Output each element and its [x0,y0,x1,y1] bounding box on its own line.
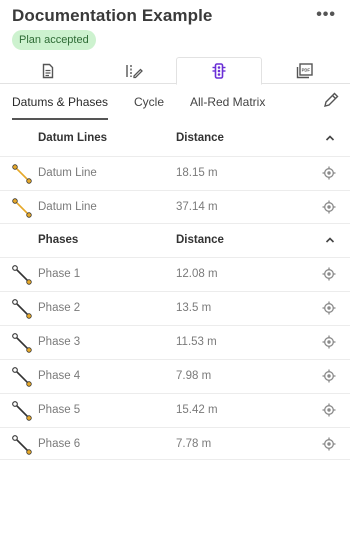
phase-row-name: Phase 5 [38,404,81,416]
datum-lines-column-name: Datum Lines [38,132,108,144]
tab-document[interactable] [5,57,91,84]
sub-navigation: Datums & Phases Cycle All-Red Matrix [0,84,350,122]
list-bottom-divider [0,459,350,460]
crosshair-icon [322,267,336,281]
locate-button[interactable] [322,437,336,456]
panel-header: Documentation Example ••• Plan accepted [0,0,350,54]
phase-row-name: Phase 3 [38,336,81,348]
locate-button[interactable] [322,200,336,219]
phase-line-icon [12,401,32,421]
datum-row-distance: 18.15 m [176,167,218,179]
phase-line-icon [12,333,32,353]
datum-row[interactable]: Datum Line 37.14 m [0,190,350,224]
phase-row-name: Phase 6 [38,438,81,450]
datum-row-name: Datum Line [38,201,97,213]
phase-line-icon [12,367,32,387]
traffic-light-icon [212,63,226,79]
chevron-up-icon [325,135,335,141]
phase-row-distance: 7.98 m [176,370,212,382]
edit-button[interactable] [322,91,340,114]
phase-row-name: Phase 2 [38,302,81,314]
tab-bar: PDF [0,57,350,85]
collapse-datum-lines-button[interactable] [324,131,336,149]
phase-row-distance: 13.5 m [176,302,212,314]
more-options-button[interactable]: ••• [316,6,336,24]
crosshair-icon [322,437,336,451]
phase-row-distance: 15.42 m [176,404,218,416]
crosshair-icon [322,200,336,214]
datum-lines-column-distance: Distance [176,132,224,144]
subtab-cycle[interactable]: Cycle [134,95,164,109]
phases-column-name: Phases [38,234,79,246]
pdf-icon: PDF [296,62,313,78]
locate-button[interactable] [322,267,336,286]
phase-row[interactable]: Phase 6 7.78 m [0,427,350,461]
phase-line-icon [12,265,32,285]
datum-line-icon [12,198,32,218]
datum-row-name: Datum Line [38,167,97,179]
locate-button[interactable] [322,335,336,354]
datum-line-icon [12,164,32,184]
phase-row[interactable]: Phase 1 12.08 m [0,257,350,291]
phase-line-icon [12,435,32,455]
crosshair-icon [322,166,336,180]
phase-line-icon [12,299,32,319]
crosshair-icon [322,335,336,349]
phases-column-distance: Distance [176,234,224,246]
locate-button[interactable] [322,403,336,422]
phase-row[interactable]: Phase 2 13.5 m [0,291,350,325]
pencil-icon [324,92,339,107]
phase-row-name: Phase 1 [38,268,81,280]
datum-row[interactable]: Datum Line 18.15 m [0,156,350,190]
phase-row[interactable]: Phase 4 7.98 m [0,359,350,393]
page-title: Documentation Example [12,6,213,25]
phase-row-distance: 11.53 m [176,336,217,348]
chevron-up-icon [325,237,335,243]
phase-row[interactable]: Phase 5 15.42 m [0,393,350,427]
phase-row-distance: 12.08 m [176,268,218,280]
locate-button[interactable] [322,369,336,388]
phase-row[interactable]: Phase 3 11.53 m [0,325,350,359]
subtab-all-red-matrix[interactable]: All-Red Matrix [190,95,265,109]
phase-row-name: Phase 4 [38,370,81,382]
active-subtab-indicator [12,118,108,120]
tab-pdf[interactable]: PDF [262,57,348,84]
crosshair-icon [322,301,336,315]
tab-signals[interactable] [176,57,262,85]
design-edit-icon [126,64,143,78]
collapse-phases-button[interactable] [324,233,336,251]
tab-design[interactable] [91,57,177,84]
crosshair-icon [322,403,336,417]
datum-row-distance: 37.14 m [176,201,218,213]
datum-lines-header: Datum Lines Distance [0,122,350,156]
document-icon [42,63,54,78]
status-badge: Plan accepted [12,30,96,50]
crosshair-icon [322,369,336,383]
subtab-datums-phases[interactable]: Datums & Phases [12,95,108,109]
locate-button[interactable] [322,166,336,185]
svg-text:PDF: PDF [302,67,311,72]
phase-row-distance: 7.78 m [176,438,212,450]
phases-header: Phases Distance [0,223,350,257]
locate-button[interactable] [322,301,336,320]
